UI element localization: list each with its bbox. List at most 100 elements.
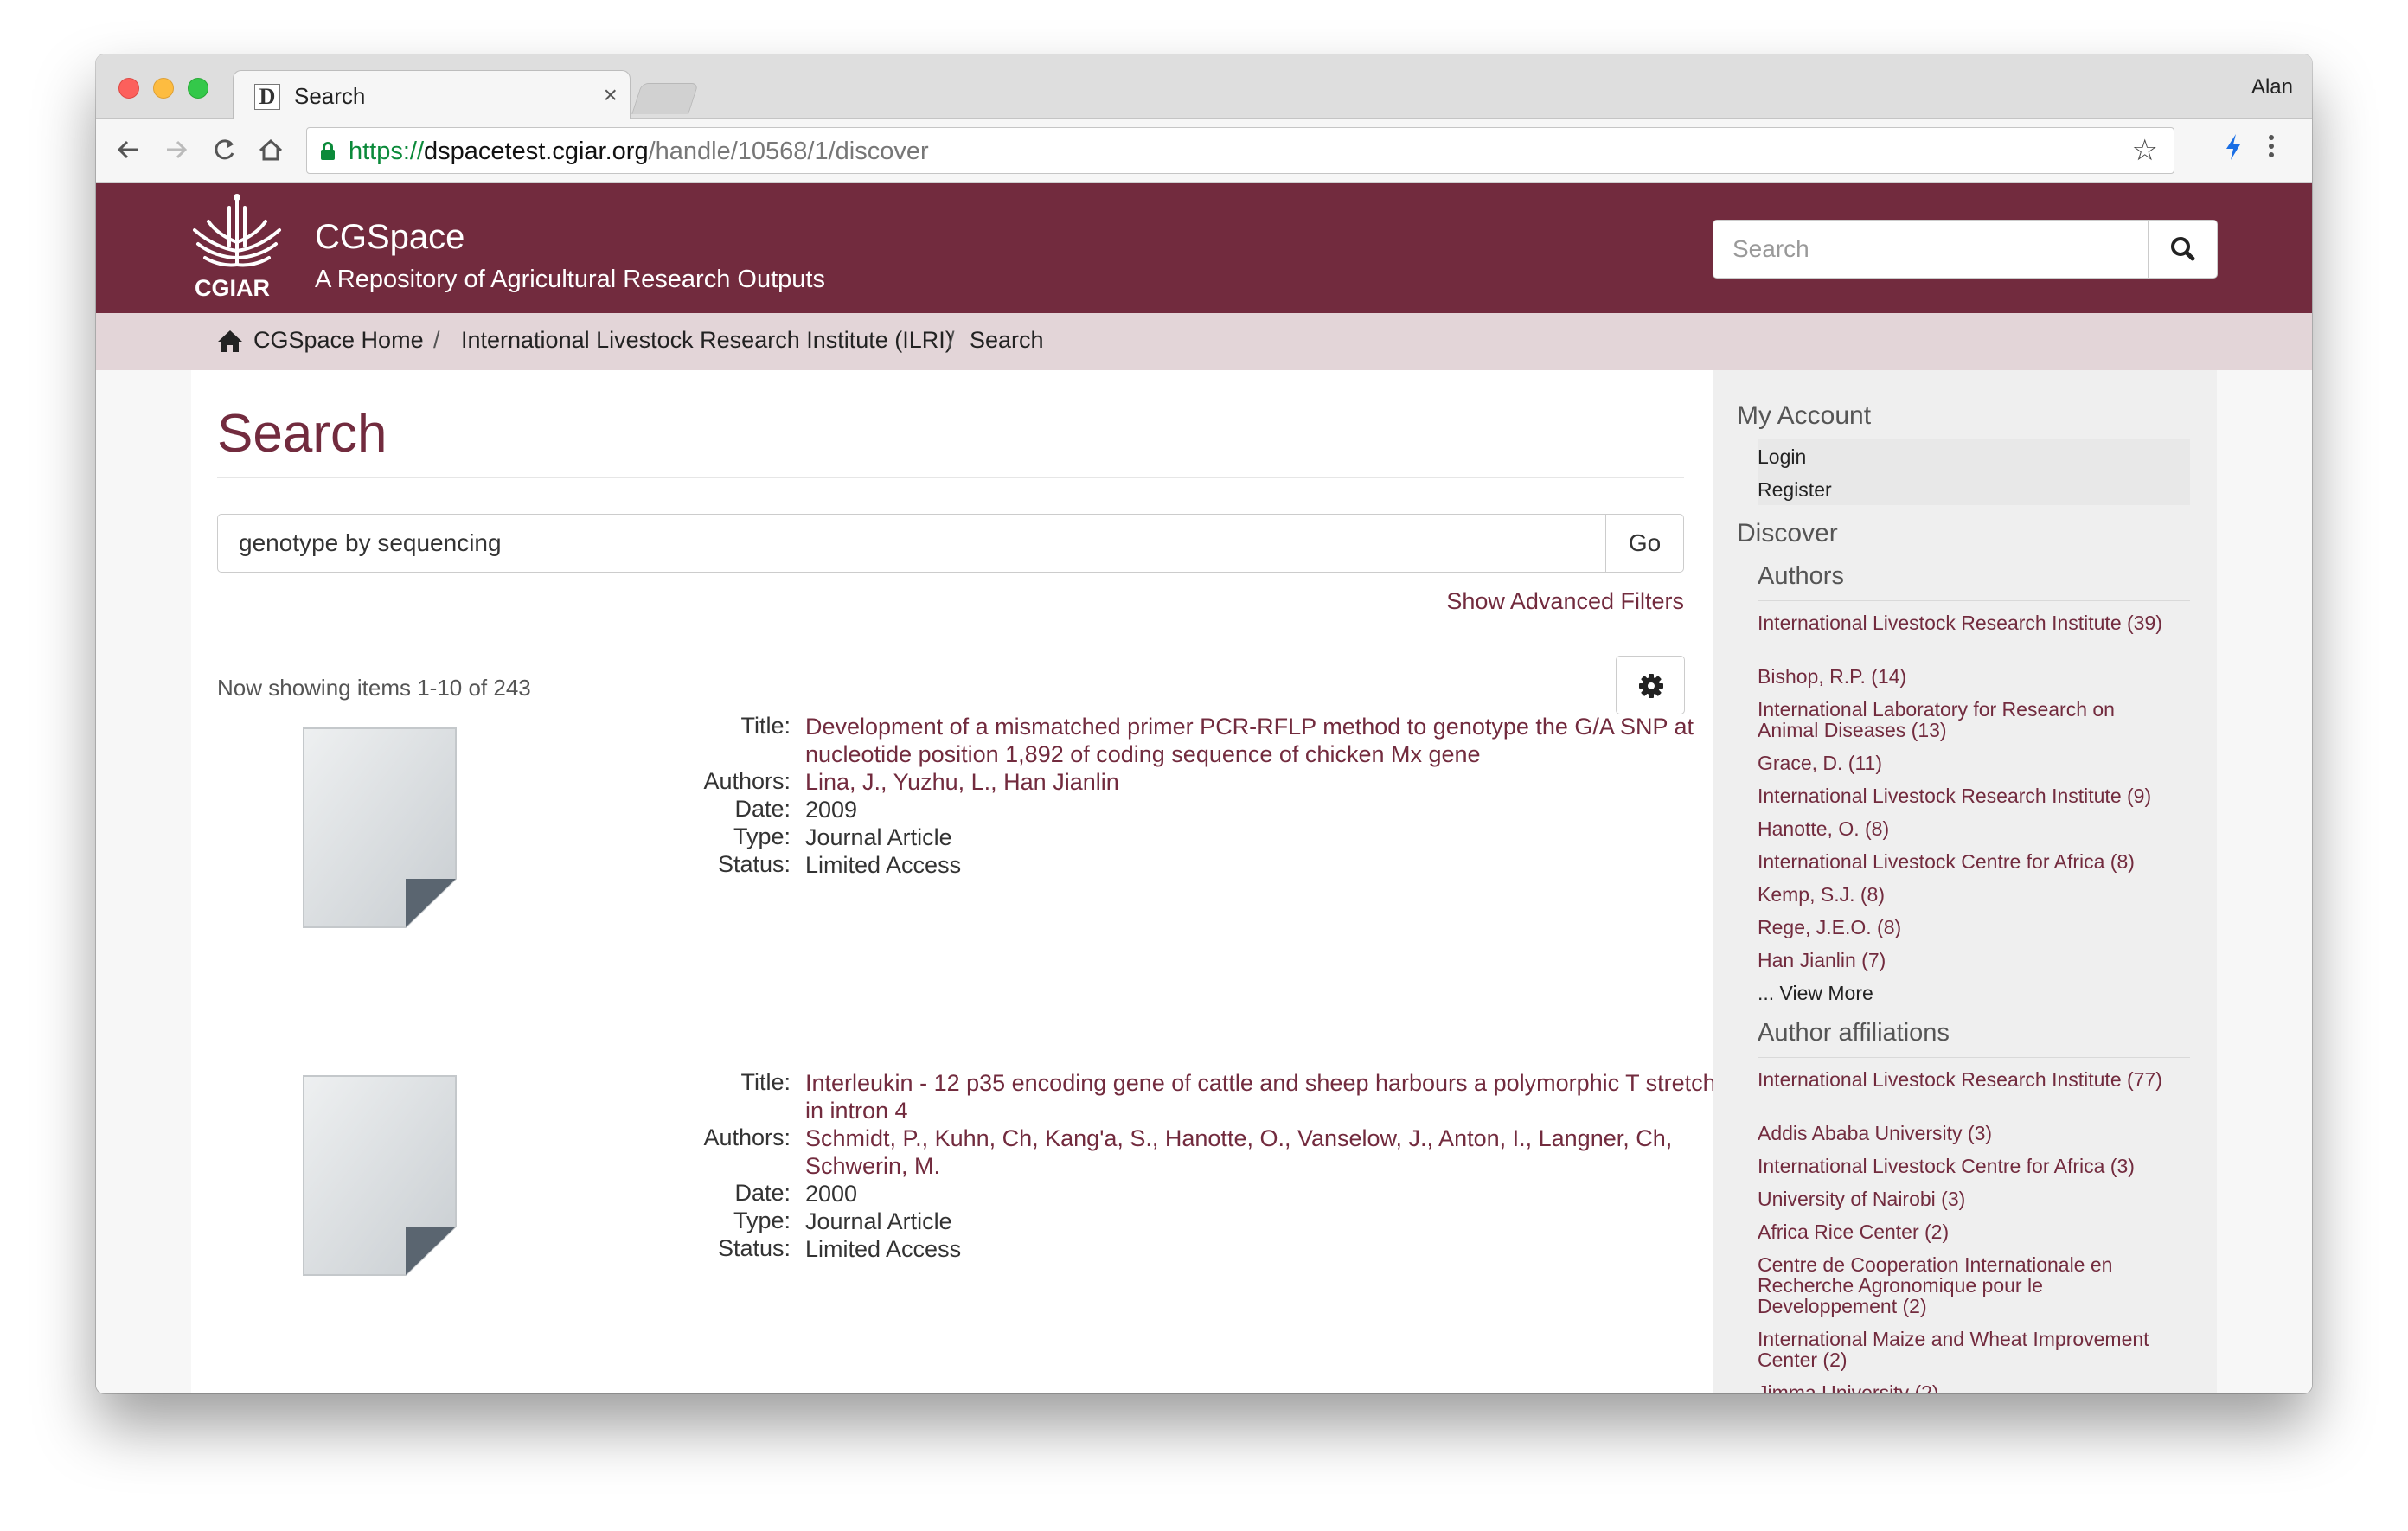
type-label: Type:	[733, 823, 791, 849]
result-status: Limited Access	[805, 852, 962, 878]
minimize-window-button[interactable]	[153, 78, 174, 99]
close-window-button[interactable]	[118, 78, 139, 99]
site-tagline: A Repository of Agricultural Research Ou…	[315, 266, 825, 293]
facet-divider	[1758, 1057, 2190, 1058]
result-date: 2000	[805, 1181, 858, 1207]
new-tab-button[interactable]	[631, 83, 699, 114]
breadcrumb: CGSpace Home / International Livestock R…	[96, 313, 2312, 370]
result-date: 2009	[805, 797, 858, 823]
home-icon[interactable]	[217, 329, 243, 353]
maximize-window-button[interactable]	[188, 78, 208, 99]
status-label: Status:	[717, 851, 791, 877]
affiliation-facet-link[interactable]: International Livestock Research Institu…	[1758, 1069, 2173, 1090]
result-status: Limited Access	[805, 1236, 962, 1262]
query-input[interactable]	[218, 515, 1607, 572]
breadcrumb-home[interactable]: CGSpace Home	[253, 327, 424, 354]
bookmark-star-icon[interactable]: ☆	[2132, 133, 2158, 168]
reload-icon[interactable]	[210, 131, 238, 177]
breadcrumb-separator: /	[433, 327, 440, 353]
home-icon[interactable]	[257, 131, 285, 177]
cgiar-logo-text: CGIAR	[195, 275, 270, 301]
author-facet-link[interactable]: International Laboratory for Research on…	[1758, 699, 2173, 740]
main-content: Search Go Show Advanced Filters Now show…	[191, 370, 1817, 1393]
breadcrumb-community[interactable]: International Livestock Research Institu…	[461, 327, 953, 354]
title-bar: D Search × Alan	[96, 54, 2312, 120]
sidebar: My Account Login Register Discover Autho…	[1713, 370, 2217, 1393]
page-viewport: CGIAR CGSpace A Repository of Agricultur…	[96, 183, 2312, 1393]
author-facet-link[interactable]: Rege, J.E.O. (8)	[1758, 917, 2173, 938]
browser-tab[interactable]: D Search ×	[233, 70, 631, 120]
document-thumbnail-icon[interactable]	[302, 727, 458, 929]
lock-icon	[321, 142, 335, 160]
back-icon[interactable]	[115, 131, 141, 177]
authors-facet-heading: Authors	[1758, 562, 1844, 590]
author-facet-link[interactable]: Kemp, S.J. (8)	[1758, 884, 2173, 905]
document-thumbnail-icon[interactable]	[302, 1074, 458, 1277]
settings-button[interactable]	[1616, 656, 1685, 714]
forward-icon[interactable]	[163, 131, 189, 177]
page-title: Search	[217, 404, 387, 464]
facet-divider	[1758, 600, 2190, 601]
title-label: Title:	[740, 1069, 791, 1095]
authors-label: Authors:	[703, 1124, 791, 1150]
date-label: Date:	[734, 1180, 791, 1206]
go-button[interactable]: Go	[1605, 515, 1683, 572]
url-text[interactable]: https://dspacetest.cgiar.org/handle/1056…	[349, 138, 929, 166]
site-header: CGIAR CGSpace A Repository of Agricultur…	[96, 183, 2312, 313]
dspace-favicon-icon: D	[254, 84, 280, 110]
result-authors[interactable]: Lina, J., Yuzhu, L., Han Jianlin	[805, 768, 1722, 796]
browser-toolbar: https://dspacetest.cgiar.org/handle/1056…	[96, 119, 2312, 183]
author-facet-link[interactable]: International Livestock Research Institu…	[1758, 785, 2173, 806]
header-search-button[interactable]	[2148, 221, 2217, 278]
author-facet-link[interactable]: Bishop, R.P. (14)	[1758, 666, 2173, 687]
affiliation-facet-link[interactable]: Africa Rice Center (2)	[1758, 1221, 2173, 1242]
search-icon	[2171, 237, 2195, 261]
my-account-heading: My Account	[1737, 401, 1872, 430]
login-link[interactable]: Login	[1758, 446, 2173, 467]
result-authors[interactable]: Schmidt, P., Kuhn, Ch, Kang'a, S., Hanot…	[805, 1124, 1722, 1180]
site-name[interactable]: CGSpace	[315, 218, 464, 257]
affiliation-facet-link[interactable]: Jimma University (2)	[1758, 1382, 2173, 1393]
affiliation-facet-link[interactable]: University of Nairobi (3)	[1758, 1188, 2173, 1209]
header-search-input[interactable]	[1713, 221, 2149, 278]
affiliation-facet-link[interactable]: International Livestock Centre for Afric…	[1758, 1156, 2173, 1176]
result-title-link[interactable]: Interleukin - 12 p35 encoding gene of ca…	[805, 1069, 1722, 1124]
affiliations-facet-heading: Author affiliations	[1758, 1019, 1950, 1047]
show-advanced-filters-link[interactable]: Show Advanced Filters	[1446, 588, 1684, 615]
tab-close-icon[interactable]: ×	[604, 81, 618, 109]
cgiar-logo[interactable]: CGIAR	[189, 189, 285, 308]
cgiar-wheat-icon	[193, 194, 281, 267]
author-facet-link[interactable]: International Livestock Centre for Afric…	[1758, 851, 2173, 872]
author-facet-link[interactable]: Han Jianlin (7)	[1758, 950, 2173, 970]
title-label: Title:	[740, 713, 791, 739]
affiliation-facet-link[interactable]: International Maize and Wheat Improvemen…	[1758, 1329, 2173, 1370]
discover-heading: Discover	[1737, 519, 1838, 548]
affiliation-facet-link[interactable]: Centre de Cooperation Internationale en …	[1758, 1254, 2173, 1316]
breadcrumb-separator: /	[948, 327, 955, 353]
authors-view-more-link[interactable]: ... View More	[1758, 983, 2173, 1003]
author-facet-link[interactable]: International Livestock Research Institu…	[1758, 612, 2173, 633]
register-link[interactable]: Register	[1758, 479, 2173, 500]
profile-name[interactable]: Alan	[2251, 75, 2293, 99]
author-facet-link[interactable]: Hanotte, O. (8)	[1758, 818, 2173, 839]
header-search	[1713, 220, 2218, 279]
query-form: Go	[217, 514, 1684, 573]
date-label: Date:	[734, 796, 791, 822]
affiliation-facet-link[interactable]: Addis Ababa University (3)	[1758, 1123, 2173, 1143]
tab-title: Search	[294, 83, 366, 109]
type-label: Type:	[733, 1208, 791, 1233]
result-type: Journal Article	[805, 1208, 952, 1234]
breadcrumb-current: Search	[970, 327, 1044, 353]
gear-icon	[1639, 674, 1663, 698]
result-title-link[interactable]: Development of a mismatched primer PCR-R…	[805, 713, 1722, 768]
status-label: Status:	[717, 1235, 791, 1261]
extension-bolt-icon[interactable]	[2224, 132, 2243, 169]
address-bar[interactable]: https://dspacetest.cgiar.org/handle/1056…	[306, 127, 2174, 174]
author-facet-link[interactable]: Grace, D. (11)	[1758, 753, 2173, 773]
menu-kebab-icon[interactable]	[2267, 129, 2276, 171]
browser-window: D Search × Alan https://dspacetest.cgiar…	[96, 54, 2312, 1393]
title-divider	[217, 477, 1684, 478]
result-type: Journal Article	[805, 824, 952, 850]
results-count: Now showing items 1-10 of 243	[217, 675, 531, 701]
authors-label: Authors:	[703, 768, 791, 794]
